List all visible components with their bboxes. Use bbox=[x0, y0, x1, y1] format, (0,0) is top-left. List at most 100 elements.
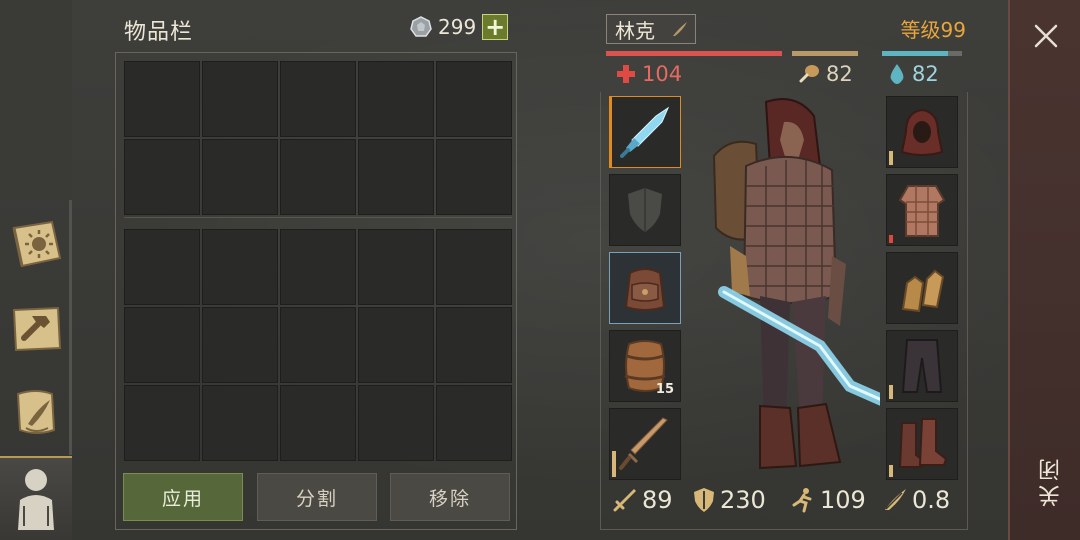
journal-sun-icon bbox=[12, 220, 62, 268]
backpack-icon bbox=[624, 268, 666, 311]
inventory-slot[interactable] bbox=[358, 229, 434, 305]
shield-icon bbox=[628, 188, 662, 232]
inventory-slot[interactable] bbox=[202, 139, 278, 215]
sidebar-top bbox=[0, 0, 72, 200]
durability-marker bbox=[889, 385, 893, 399]
inventory-slot[interactable] bbox=[436, 229, 512, 305]
health-cross-icon bbox=[617, 65, 635, 83]
food-value: 82 bbox=[826, 62, 853, 86]
currency: 299 + bbox=[410, 14, 509, 40]
journal-button[interactable] bbox=[4, 208, 68, 280]
inventory-slot[interactable] bbox=[280, 385, 356, 461]
inventory-title: 物品栏 bbox=[124, 20, 194, 45]
boots-slot[interactable] bbox=[886, 408, 958, 480]
wooden-sword-icon bbox=[619, 417, 668, 470]
sidebar bbox=[0, 0, 72, 540]
head-armor-slot[interactable] bbox=[886, 96, 958, 168]
water-stat: 82 bbox=[888, 62, 939, 86]
apply-button[interactable]: 应用 bbox=[123, 473, 243, 521]
shield-slot[interactable] bbox=[609, 174, 681, 246]
weight-value: 0.8 bbox=[912, 486, 951, 514]
close-icon[interactable] bbox=[1032, 22, 1060, 50]
inventory-slot[interactable] bbox=[124, 139, 200, 215]
health-stat: 104 bbox=[616, 62, 682, 86]
feather-weight-icon bbox=[885, 489, 906, 510]
remove-button[interactable]: 移除 bbox=[390, 473, 510, 521]
character-button[interactable] bbox=[0, 456, 72, 540]
quests-button[interactable] bbox=[4, 376, 68, 448]
scroll-quill-icon bbox=[16, 390, 56, 434]
grid-divider bbox=[124, 217, 512, 218]
inventory-slot[interactable] bbox=[436, 307, 512, 383]
inventory-slot[interactable] bbox=[280, 229, 356, 305]
inventory-slot[interactable] bbox=[436, 61, 512, 137]
durability-marker bbox=[889, 465, 893, 477]
inventory-slot[interactable] bbox=[124, 307, 200, 383]
inventory-panel: 应用 分割 移除 bbox=[115, 52, 517, 530]
inventory-grid-top bbox=[124, 61, 512, 215]
health-bar bbox=[606, 51, 782, 56]
character-model bbox=[712, 98, 880, 470]
backpack-slot[interactable] bbox=[609, 252, 681, 324]
crafting-hammer-icon bbox=[12, 306, 62, 352]
crafting-button[interactable] bbox=[4, 292, 68, 364]
inventory-slot[interactable] bbox=[436, 139, 512, 215]
speed-value: 109 bbox=[820, 486, 866, 514]
shield-defense-icon bbox=[694, 488, 714, 512]
inventory-slot[interactable] bbox=[124, 61, 200, 137]
inventory-slot[interactable] bbox=[202, 385, 278, 461]
edit-quill-icon bbox=[673, 22, 687, 36]
speed-stat: 109 bbox=[790, 486, 866, 514]
gloves-slot[interactable] bbox=[886, 252, 958, 324]
weapon-slot[interactable] bbox=[609, 96, 681, 168]
durability-marker bbox=[612, 451, 616, 477]
inventory-slot[interactable] bbox=[124, 385, 200, 461]
weight-stat: 0.8 bbox=[882, 486, 950, 514]
close-panel[interactable]: 关闭 bbox=[1008, 0, 1080, 540]
add-currency-button[interactable]: + bbox=[482, 14, 509, 40]
coin-icon bbox=[410, 16, 432, 37]
food-stat: 82 bbox=[798, 62, 853, 86]
inventory-slot[interactable] bbox=[202, 307, 278, 383]
sword-attack-icon bbox=[613, 489, 636, 512]
durability-marker bbox=[889, 151, 893, 165]
inventory-slot[interactable] bbox=[202, 61, 278, 137]
ammo-slot[interactable]: 15 bbox=[609, 330, 681, 402]
ammo-quantity: 15 bbox=[655, 382, 674, 397]
character-name: 林克 bbox=[615, 18, 655, 43]
sidebar-divider bbox=[69, 200, 72, 455]
water-drop-icon bbox=[890, 64, 904, 84]
chainmail-icon bbox=[898, 185, 946, 237]
ice-sword-icon bbox=[620, 106, 670, 158]
inventory-slot[interactable] bbox=[280, 61, 356, 137]
secondary-weapon-slot[interactable] bbox=[609, 408, 681, 480]
boots-icon bbox=[898, 418, 948, 468]
body-armor-slot[interactable] bbox=[886, 174, 958, 246]
hood-icon bbox=[900, 108, 944, 156]
inventory-slot[interactable] bbox=[358, 385, 434, 461]
defense-value: 230 bbox=[720, 486, 766, 514]
inventory-slot[interactable] bbox=[280, 139, 356, 215]
water-bar bbox=[882, 51, 948, 56]
pants-icon bbox=[901, 339, 943, 393]
character-name-box[interactable]: 林克 bbox=[606, 14, 696, 44]
inventory-slot[interactable] bbox=[358, 307, 434, 383]
close-label[interactable]: 关闭 bbox=[1036, 455, 1064, 507]
attack-stat: 89 bbox=[612, 486, 673, 514]
durability-marker bbox=[889, 235, 893, 243]
inventory-slot[interactable] bbox=[358, 139, 434, 215]
water-value: 82 bbox=[912, 62, 939, 86]
health-value: 104 bbox=[642, 62, 683, 86]
food-drumstick-icon bbox=[799, 65, 819, 83]
inventory-slot[interactable] bbox=[124, 229, 200, 305]
inventory-slot[interactable] bbox=[436, 385, 512, 461]
inventory-slot[interactable] bbox=[202, 229, 278, 305]
currency-value: 299 bbox=[438, 15, 477, 39]
legs-armor-slot[interactable] bbox=[886, 330, 958, 402]
character-silhouette-icon bbox=[18, 469, 54, 530]
inventory-slot[interactable] bbox=[358, 61, 434, 137]
gloves-icon bbox=[901, 269, 945, 313]
inventory-slot[interactable] bbox=[280, 307, 356, 383]
attack-value: 89 bbox=[642, 486, 673, 514]
split-button[interactable]: 分割 bbox=[257, 473, 377, 521]
